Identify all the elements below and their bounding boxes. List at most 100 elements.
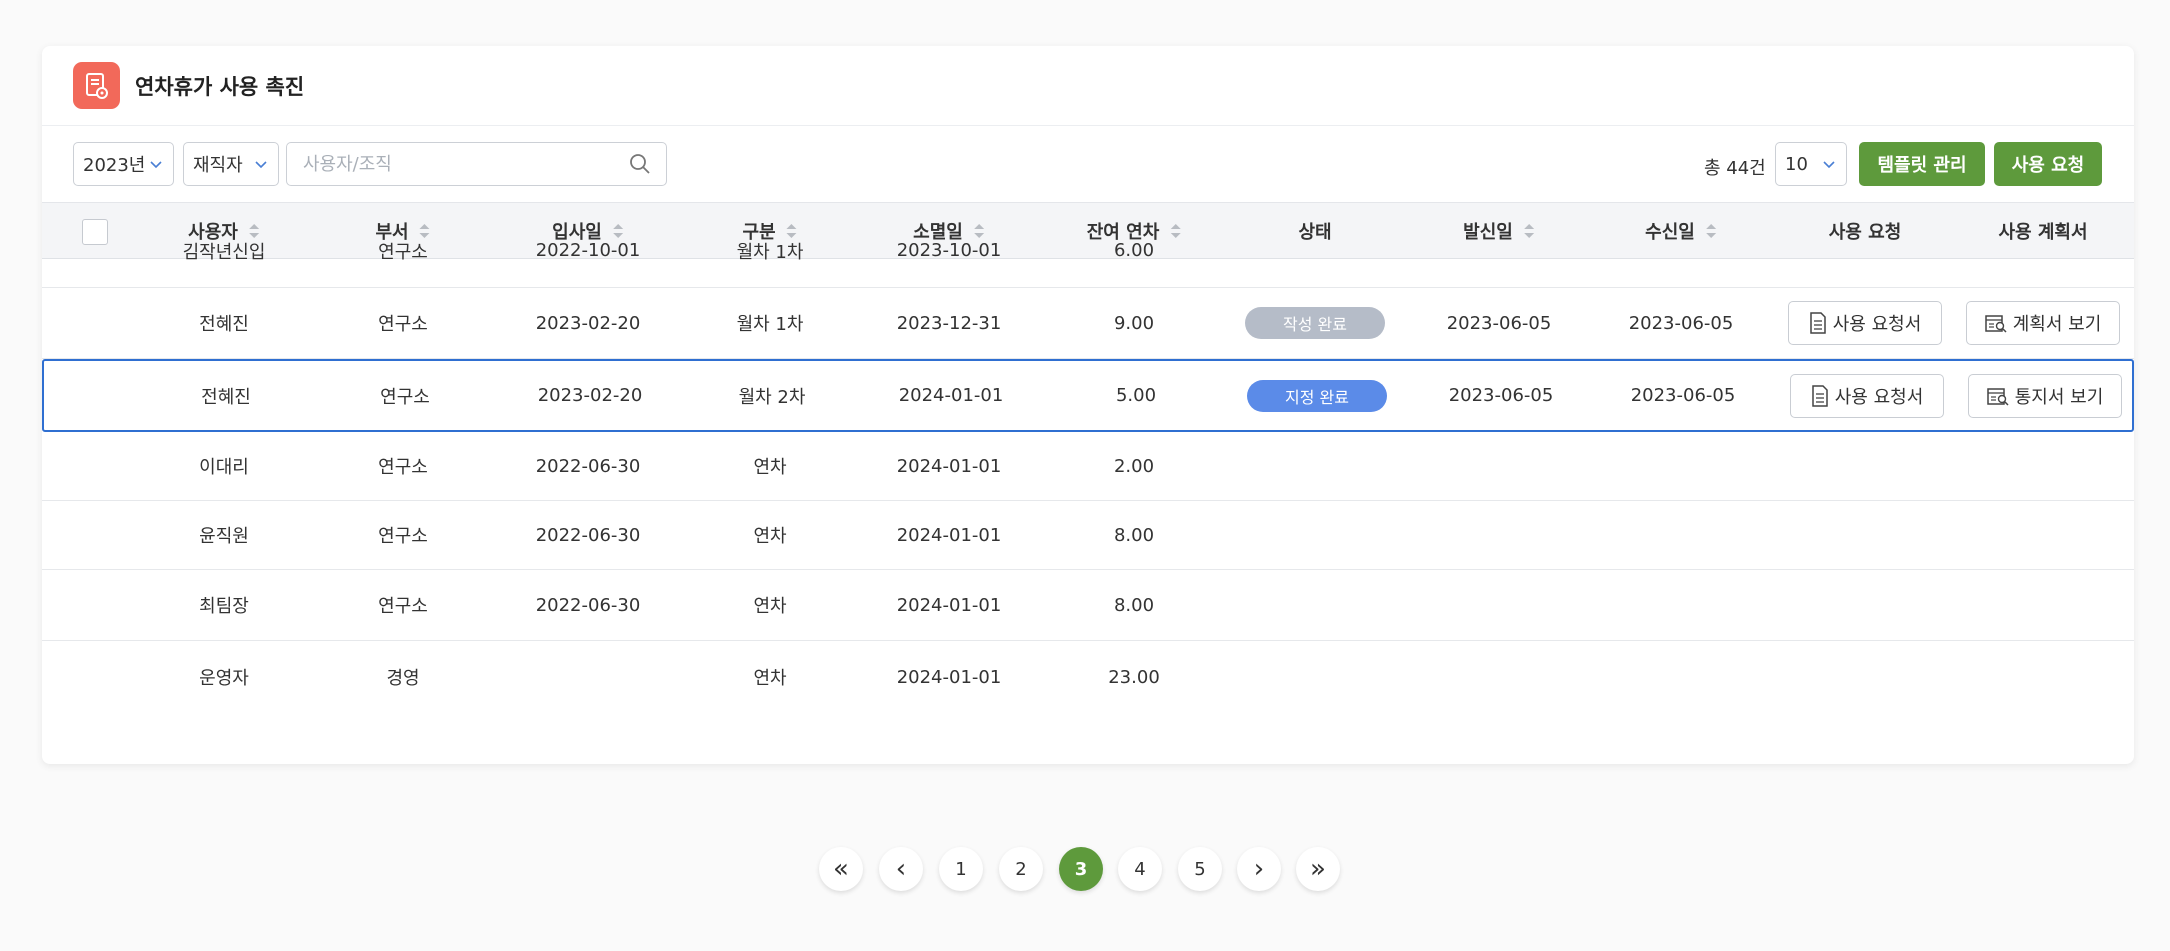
use-request-button[interactable]: 사용 요청	[1994, 142, 2102, 186]
card-header: 연차휴가 사용 촉진	[42, 46, 2134, 126]
cell-user: 전혜진	[199, 314, 249, 335]
cell-received: 2023-06-05	[1630, 385, 1736, 406]
cell-hire: 2023-02-20	[537, 385, 643, 406]
cell-sent: 2023-06-05	[1448, 385, 1554, 406]
page-button-3[interactable]: 3	[1059, 847, 1103, 891]
cell-dept: 연구소	[378, 241, 428, 263]
cell-expire: 2023-12-31	[896, 312, 1002, 334]
chevron-down-icon	[150, 161, 162, 169]
document-search-icon	[1986, 387, 2009, 406]
cell-user: 이대리	[199, 457, 249, 478]
cell-type: 연차	[753, 596, 787, 617]
cell-expire: 2024-01-01	[896, 455, 1002, 477]
leave-promotion-card: 연차휴가 사용 촉진 2023년 재직자 총 44건 10 템플릿 관리 사용 …	[42, 46, 2134, 764]
page-button-2[interactable]: 2	[999, 847, 1043, 891]
cell-request: 사용 요청서	[1788, 288, 1942, 358]
document-search-icon	[1984, 315, 2007, 333]
cell-expire: 2023-10-01	[896, 240, 1002, 261]
first-page-icon[interactable]: «	[819, 847, 863, 891]
chevron-down-icon	[1823, 161, 1835, 169]
cell-type: 연차	[753, 526, 787, 547]
document-icon	[1811, 384, 1828, 407]
page-size-value: 10	[1785, 153, 1808, 175]
cell-received: 2023-06-05	[1628, 312, 1734, 334]
cell-dept: 경영	[386, 668, 420, 689]
cell-type: 연차	[753, 457, 787, 478]
cell-type: 월차 1차	[736, 314, 804, 335]
search-box	[286, 142, 667, 186]
cell-hire: 2022-06-30	[535, 455, 641, 477]
cell-remain: 9.00	[1113, 312, 1155, 334]
total-count: 총 44건	[1704, 158, 1766, 179]
cell-remain: 8.00	[1113, 594, 1155, 616]
document-settings-icon	[73, 62, 120, 109]
use-request-doc-button[interactable]: 사용 요청서	[1788, 301, 1942, 345]
plan-view-label: 계획서 보기	[2012, 314, 2102, 335]
table-row[interactable]: 운영자 경영 연차 2024-01-01 23.00	[42, 641, 2134, 713]
table-row[interactable]: 김작년신입 연구소 2022-10-01 월차 1차 2023-10-01 6.00	[42, 214, 2134, 288]
year-select[interactable]: 2023년	[73, 142, 174, 186]
cell-remain: 2.00	[1113, 455, 1155, 477]
document-icon	[1809, 312, 1826, 334]
last-page-icon[interactable]: »	[1296, 847, 1340, 891]
cell-expire: 2024-01-01	[896, 594, 1002, 616]
cell-remain: 8.00	[1113, 524, 1155, 546]
year-select-value: 2023년	[83, 155, 146, 176]
next-page-icon[interactable]: ›	[1237, 847, 1281, 891]
cell-dept: 연구소	[378, 526, 428, 547]
cell-user: 윤직원	[199, 526, 249, 547]
table-row[interactable]: 전혜진 연구소 2023-02-20 월차 2차 2024-01-01 5.00 지정 완료…	[42, 359, 2134, 432]
cell-hire: 2022-06-30	[535, 524, 641, 546]
cell-hire: 2022-10-01	[535, 240, 641, 261]
plan-view-button[interactable]: 통지서 보기	[1968, 373, 2122, 418]
table-row[interactable]: 전혜진 연구소 2023-02-20 월차 1차 2023-12-31 9.00 작성 완료…	[42, 288, 2134, 359]
cell-expire: 2024-01-01	[896, 666, 1002, 688]
cell-expire: 2024-01-01	[898, 385, 1004, 406]
cell-dept: 연구소	[378, 314, 428, 335]
cell-remain: 6.00	[1113, 240, 1155, 261]
cell-type: 월차 1차	[736, 241, 804, 263]
prev-page-icon[interactable]: ‹	[879, 847, 923, 891]
cell-user: 김작년신입	[182, 241, 266, 263]
plan-view-button[interactable]: 계획서 보기	[1966, 301, 2120, 345]
page-button-4[interactable]: 4	[1118, 847, 1162, 891]
pagination: « ‹ 1 2 3 4 5 › »	[0, 847, 2170, 891]
status-badge: 지정 완료	[1247, 379, 1387, 412]
cell-status: 작성 완료	[1245, 288, 1385, 358]
status-select-value: 재직자	[193, 155, 243, 176]
cell-dept: 연구소	[380, 386, 430, 408]
cell-plan: 계획서 보기	[1966, 288, 2120, 358]
cell-user: 최팀장	[199, 596, 249, 617]
table-row[interactable]: 최팀장 연구소 2022-06-30 연차 2024-01-01 8.00	[42, 570, 2134, 641]
cell-user: 운영자	[199, 668, 249, 689]
search-icon[interactable]	[628, 152, 652, 176]
cell-dept: 연구소	[378, 596, 428, 617]
table-row[interactable]: 이대리 연구소 2022-06-30 연차 2024-01-01 2.00	[42, 432, 2134, 501]
cell-status: 지정 완료	[1247, 361, 1387, 430]
template-manage-button[interactable]: 템플릿 관리	[1859, 142, 1985, 186]
cell-type: 월차 2차	[738, 386, 806, 408]
toolbar: 2023년 재직자 총 44건 10 템플릿 관리 사용 요청	[42, 126, 2134, 203]
use-request-doc-label: 사용 요청서	[1832, 314, 1922, 335]
page-button-5[interactable]: 5	[1178, 847, 1222, 891]
page-title: 연차휴가 사용 촉진	[135, 74, 305, 99]
cell-plan: 통지서 보기	[1968, 361, 2122, 430]
cell-sent: 2023-06-05	[1446, 312, 1552, 334]
search-input[interactable]	[287, 143, 607, 185]
employment-status-select[interactable]: 재직자	[183, 142, 279, 186]
cell-expire: 2024-01-01	[896, 524, 1002, 546]
use-request-doc-button[interactable]: 사용 요청서	[1790, 373, 1944, 418]
use-request-doc-label: 사용 요청서	[1834, 386, 1924, 408]
cell-remain: 5.00	[1115, 385, 1157, 406]
page-button-1[interactable]: 1	[939, 847, 983, 891]
cell-hire: 2022-06-30	[535, 594, 641, 616]
plan-view-label: 통지서 보기	[2014, 386, 2104, 408]
cell-type: 연차	[753, 668, 787, 689]
cell-hire: 2023-02-20	[535, 312, 641, 334]
cell-user: 전혜진	[201, 386, 251, 408]
cell-dept: 연구소	[378, 457, 428, 478]
cell-remain: 23.00	[1108, 666, 1160, 688]
table-row[interactable]: 윤직원 연구소 2022-06-30 연차 2024-01-01 8.00	[42, 501, 2134, 570]
page-size-select[interactable]: 10	[1775, 142, 1847, 186]
cell-request: 사용 요청서	[1790, 361, 1944, 430]
